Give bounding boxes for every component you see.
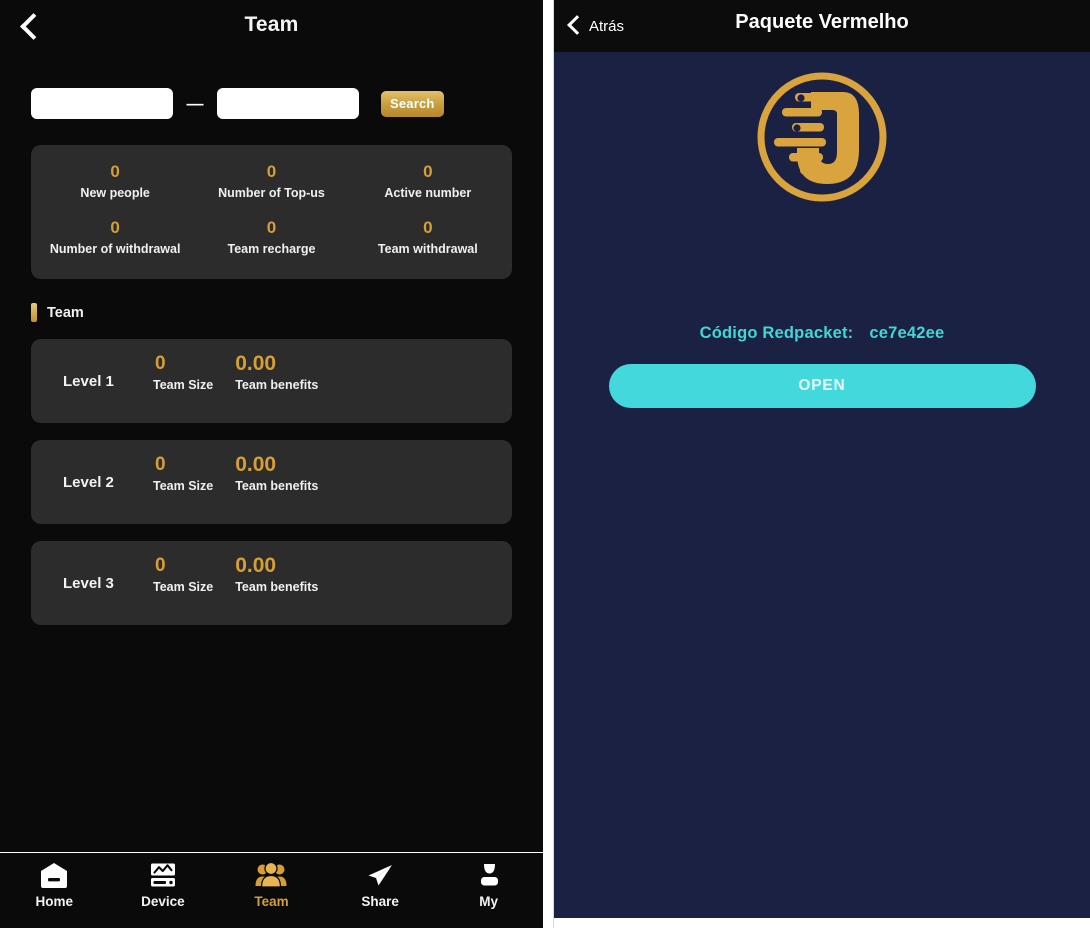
stat-number-of-withdrawal: 0 Number of withdrawal <box>37 217 193 257</box>
stat-value: 0 <box>423 218 433 237</box>
metric-value: 0.00 <box>235 352 277 375</box>
stat-label: Team withdrawal <box>377 242 478 256</box>
stats-row-1: 0 New people 0 Number of Top-us 0 Active… <box>37 161 506 201</box>
page-title: Paquete Vermelho <box>735 11 909 33</box>
bottom-tab-bar: Home Device Team Share My <box>0 852 543 928</box>
redpacket-code-line: Código Redpacket: ce7e42ee <box>554 324 1090 343</box>
stats-row-2: 0 Number of withdrawal 0 Team recharge 0… <box>37 217 506 257</box>
tab-label: Share <box>361 894 399 909</box>
tab-team[interactable]: Team <box>217 862 326 909</box>
redpacket-code-label: Código Redpacket: <box>699 324 854 342</box>
screen-divider <box>543 0 553 928</box>
level-card-1[interactable]: Level 1 0 Team Size 0.00 Team benefits <box>31 339 512 423</box>
range-separator: — <box>186 94 204 113</box>
search-row: — Search <box>0 56 543 119</box>
tab-device[interactable]: Device <box>109 862 218 909</box>
level-card-2[interactable]: Level 2 0 Team Size 0.00 Team benefits <box>31 440 512 524</box>
level-team-size: 0 Team Size <box>153 353 213 409</box>
metric-value: 0.00 <box>235 554 277 577</box>
redpacket-screen: Atrás Paquete Vermelho Código Redpacket:… <box>553 0 1090 928</box>
level-name: Level 2 <box>63 473 114 491</box>
metric-label: Team benefits <box>235 479 319 493</box>
page-title: Team <box>244 13 299 36</box>
redpacket-code-value: ce7e42ee <box>869 324 945 342</box>
tab-label: Team <box>254 894 289 909</box>
tab-home[interactable]: Home <box>0 862 109 909</box>
stat-label: Number of withdrawal <box>49 242 181 256</box>
stat-label: Active number <box>384 186 472 200</box>
stat-label: Number of Top-us <box>218 186 325 200</box>
home-icon <box>39 862 69 889</box>
section-accent-bar <box>31 303 37 322</box>
metric-label: Team Size <box>153 580 214 594</box>
paper-plane-icon <box>365 862 395 889</box>
tab-my[interactable]: My <box>434 862 543 909</box>
device-monitor-icon <box>148 862 178 889</box>
stat-team-withdrawal: 0 Team withdrawal <box>350 217 506 257</box>
section-title: Team <box>47 304 84 321</box>
stat-label: New people <box>80 186 150 200</box>
people-group-icon <box>255 862 287 889</box>
stat-value: 0 <box>266 162 277 181</box>
team-section-header: Team <box>31 303 543 322</box>
level-team-size: 0 Team Size <box>153 555 213 611</box>
metric-label: Team Size <box>153 378 214 392</box>
stat-number-of-topups: 0 Number of Top-us <box>193 161 349 201</box>
metric-label: Team benefits <box>235 378 319 392</box>
level-team-benefits: 0.00 Team benefits <box>235 353 318 409</box>
stat-active-number: 0 Active number <box>350 161 506 201</box>
team-header: Team <box>0 0 543 56</box>
open-redpacket-button[interactable]: OPEN <box>608 364 1036 408</box>
level-name: Level 3 <box>63 574 114 592</box>
user-person-icon <box>474 862 504 889</box>
team-stats-card: 0 New people 0 Number of Top-us 0 Active… <box>31 145 512 279</box>
tab-label: My <box>479 894 499 909</box>
stat-new-people: 0 New people <box>37 161 193 201</box>
metric-value: 0 <box>155 454 166 475</box>
metric-value: 0 <box>155 353 166 374</box>
bottom-edge-strip <box>554 918 1090 928</box>
logo-container <box>554 52 1090 217</box>
level-team-benefits: 0.00 Team benefits <box>235 555 318 611</box>
tab-label: Device <box>141 894 185 909</box>
stat-value: 0 <box>423 162 433 181</box>
date-to-input[interactable] <box>217 88 359 119</box>
tab-share[interactable]: Share <box>326 862 435 909</box>
tab-label: Home <box>35 894 74 909</box>
metric-label: Team Size <box>153 479 214 493</box>
redpacket-body: Código Redpacket: ce7e42ee OPEN <box>554 52 1090 918</box>
stat-label: Team recharge <box>227 242 316 256</box>
dual-screenshot-container: Team — Search 0 New people 0 Number of T… <box>0 0 1090 928</box>
level-card-3[interactable]: Level 3 0 Team Size 0.00 Team benefits <box>31 541 512 625</box>
search-button[interactable]: Search <box>381 90 444 117</box>
stat-value: 0 <box>266 218 277 237</box>
stat-team-recharge: 0 Team recharge <box>193 217 349 257</box>
company-u-logo-icon <box>747 62 897 217</box>
metric-value: 0.00 <box>235 453 277 476</box>
metric-label: Team benefits <box>235 580 319 594</box>
level-name: Level 1 <box>63 372 114 390</box>
stat-value: 0 <box>110 218 120 237</box>
metric-value: 0 <box>155 555 166 576</box>
level-team-size: 0 Team Size <box>153 454 213 510</box>
stat-value: 0 <box>110 162 120 181</box>
date-from-input[interactable] <box>31 88 173 119</box>
level-team-benefits: 0.00 Team benefits <box>235 454 318 510</box>
team-screen: Team — Search 0 New people 0 Number of T… <box>0 0 543 928</box>
redpacket-header: Atrás Paquete Vermelho <box>554 0 1090 52</box>
